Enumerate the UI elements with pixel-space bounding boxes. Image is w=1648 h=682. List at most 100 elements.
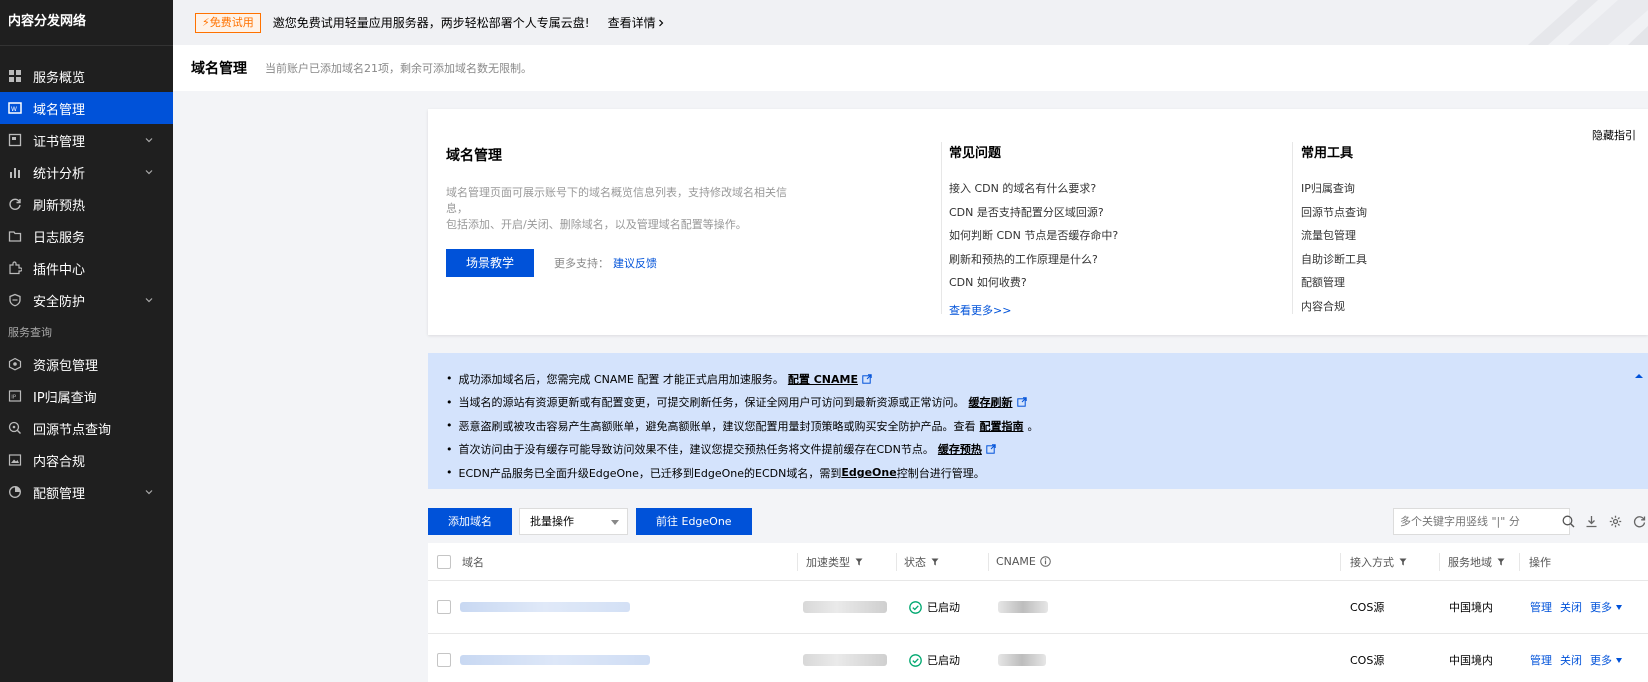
col-header-domain: 域名 [462, 555, 484, 569]
sidebar-item-security[interactable]: 安全防护 [0, 284, 173, 316]
access-method: COS源 [1350, 601, 1385, 614]
faq-link[interactable]: CDN 是否支持配置分区域回源? [949, 204, 1249, 228]
feedback-link[interactable]: 建议反馈 [613, 255, 657, 271]
service-region: 中国境内 [1449, 654, 1493, 667]
domain-name-redacted[interactable] [460, 655, 650, 665]
plugin-icon [8, 261, 22, 275]
tool-link[interactable]: 配额管理 [1301, 274, 1501, 298]
refresh-icon [8, 197, 22, 211]
sidebar-item-logs[interactable]: 日志服务 [0, 220, 173, 252]
info-icon[interactable] [1040, 556, 1051, 567]
configure-cname-link[interactable]: 配置 CNAME [788, 371, 858, 387]
more-dropdown[interactable]: 更多 [1590, 652, 1622, 668]
sidebar-item-domain[interactable]: W 域名管理 [0, 92, 173, 124]
faq-link[interactable]: 刷新和预热的工作原理是什么? [949, 251, 1249, 275]
faq-more-link[interactable]: 查看更多>> [949, 302, 1249, 318]
external-link-icon [986, 444, 996, 454]
external-link-icon [1016, 397, 1027, 407]
dropdown-arrow-icon [611, 520, 619, 525]
go-edgeone-button[interactable]: 前往 EdgeOne [636, 508, 752, 535]
select-all-checkbox[interactable] [437, 554, 451, 569]
filter-icon[interactable] [1399, 558, 1407, 566]
check-circle-icon [909, 600, 922, 614]
chevron-down-icon [145, 138, 153, 143]
filter-icon[interactable] [931, 558, 939, 566]
free-trial-badge: ⚡免费试用 [195, 12, 261, 33]
shield-icon [8, 293, 22, 307]
more-dropdown[interactable]: 更多 [1590, 599, 1622, 615]
grid-icon [8, 69, 22, 83]
config-guide-link[interactable]: 配置指南 [980, 418, 1024, 434]
pie-chart-icon [8, 485, 22, 499]
page-title: 域名管理 [191, 61, 247, 77]
sidebar-item-origin-node[interactable]: 回源节点查询 [0, 412, 173, 444]
sidebar-group-label: 服务查询 [8, 326, 52, 339]
tool-link[interactable]: IP归属查询 [1301, 180, 1501, 204]
cache-preheat-link[interactable]: 缓存预热 [938, 441, 982, 457]
hide-guide-link[interactable]: 隐藏指引 [1592, 127, 1636, 143]
faq-link[interactable]: CDN 如何收费? [949, 274, 1249, 298]
sidebar-item-label: IP归属查询 [33, 390, 97, 406]
settings-icon[interactable] [1609, 515, 1622, 528]
sidebar-item-quota[interactable]: 配额管理 [0, 476, 173, 508]
faq-link[interactable]: 接入 CDN 的域名有什么要求? [949, 180, 1249, 204]
check-circle-icon [909, 653, 922, 667]
sidebar-item-label: 回源节点查询 [33, 422, 112, 438]
page-header: 域名管理 当前账户已添加域名21项，剩余可添加域名数无限制。 [173, 45, 1648, 91]
sidebar-item-statistics[interactable]: 统计分析 [0, 156, 173, 188]
row-checkbox[interactable] [437, 600, 451, 614]
promo-banner: ⚡免费试用 邀您免费试用轻量应用服务器，两步轻松部署个人专属云盘! 查看详情 [173, 0, 1648, 45]
tool-link[interactable]: 自助诊断工具 [1301, 251, 1501, 275]
sidebar: 内容分发网络 服务概览 W 域名管理 证书管理 统计分析 刷新预热 日志服务 插… [0, 0, 173, 682]
refresh-icon[interactable] [1633, 515, 1646, 528]
search-icon[interactable] [1562, 515, 1575, 528]
service-region: 中国境内 [1449, 601, 1493, 614]
notice-line: • 首次访问由于没有缓存可能导致访问效果不佳，建议您提交预热任务将文件提前缓存在C… [446, 438, 1648, 462]
sidebar-item-plugins[interactable]: 插件中心 [0, 252, 173, 284]
cache-refresh-link[interactable]: 缓存刷新 [969, 394, 1013, 410]
add-domain-button[interactable]: 添加域名 [428, 508, 512, 535]
banner-details-link[interactable]: 查看详情 [608, 14, 666, 31]
banner-decoration [1528, 0, 1648, 45]
divider [941, 142, 942, 314]
tools-title: 常用工具 [1301, 146, 1354, 161]
filter-icon[interactable] [1497, 558, 1505, 566]
filter-icon[interactable] [855, 558, 863, 566]
download-icon[interactable] [1585, 515, 1598, 528]
sidebar-item-label: 服务概览 [33, 70, 86, 86]
scenario-tutorial-button[interactable]: 场景教学 [446, 249, 535, 277]
caret-down-icon [1616, 657, 1622, 663]
sidebar-item-certificate[interactable]: 证书管理 [0, 124, 173, 156]
disable-link[interactable]: 关闭 [1560, 652, 1582, 668]
sidebar-item-ip-lookup[interactable]: IP IP归属查询 [0, 380, 173, 412]
chevron-down-icon [145, 298, 153, 303]
accel-type-redacted [803, 601, 887, 613]
manage-link[interactable]: 管理 [1530, 599, 1552, 615]
row-checkbox[interactable] [437, 653, 451, 667]
sidebar-item-label: 刷新预热 [33, 198, 86, 214]
chevron-down-icon [145, 170, 153, 175]
domain-name-redacted[interactable] [460, 602, 630, 612]
sidebar-item-compliance[interactable]: 内容合规 [0, 444, 173, 476]
manage-link[interactable]: 管理 [1530, 652, 1552, 668]
col-header-status: 状态 [904, 555, 926, 569]
tool-link[interactable]: 内容合规 [1301, 298, 1501, 322]
sidebar-item-overview[interactable]: 服务概览 [0, 60, 173, 92]
image-icon [8, 453, 22, 467]
tool-link[interactable]: 流量包管理 [1301, 227, 1501, 251]
disable-link[interactable]: 关闭 [1560, 599, 1582, 615]
sidebar-item-packages[interactable]: 资源包管理 [0, 348, 173, 380]
guide-description: 域名管理页面可展示账号下的域名概览信息列表，支持修改域名相关信息， 包括添加、开… [446, 186, 787, 231]
sidebar-item-refresh[interactable]: 刷新预热 [0, 188, 173, 220]
faq-link[interactable]: 如何判断 CDN 节点是否缓存命中? [949, 227, 1249, 251]
batch-operations-select[interactable]: 批量操作 [519, 508, 628, 535]
tool-link[interactable]: 回源节点查询 [1301, 204, 1501, 228]
search-input[interactable] [1393, 508, 1570, 535]
table-header: 域名 加速类型 状态 CNAME 接入方式 服务地域 操作 [428, 543, 1648, 581]
collapse-icon[interactable] [1634, 371, 1644, 381]
table-toolbar: 添加域名 批量操作 前往 EdgeOne [428, 508, 1648, 536]
sidebar-item-label: 插件中心 [33, 262, 86, 278]
guide-title: 域名管理 [446, 148, 502, 164]
svg-text:IP: IP [11, 395, 17, 401]
edgeone-console-link[interactable]: EdgeOne [841, 466, 896, 479]
